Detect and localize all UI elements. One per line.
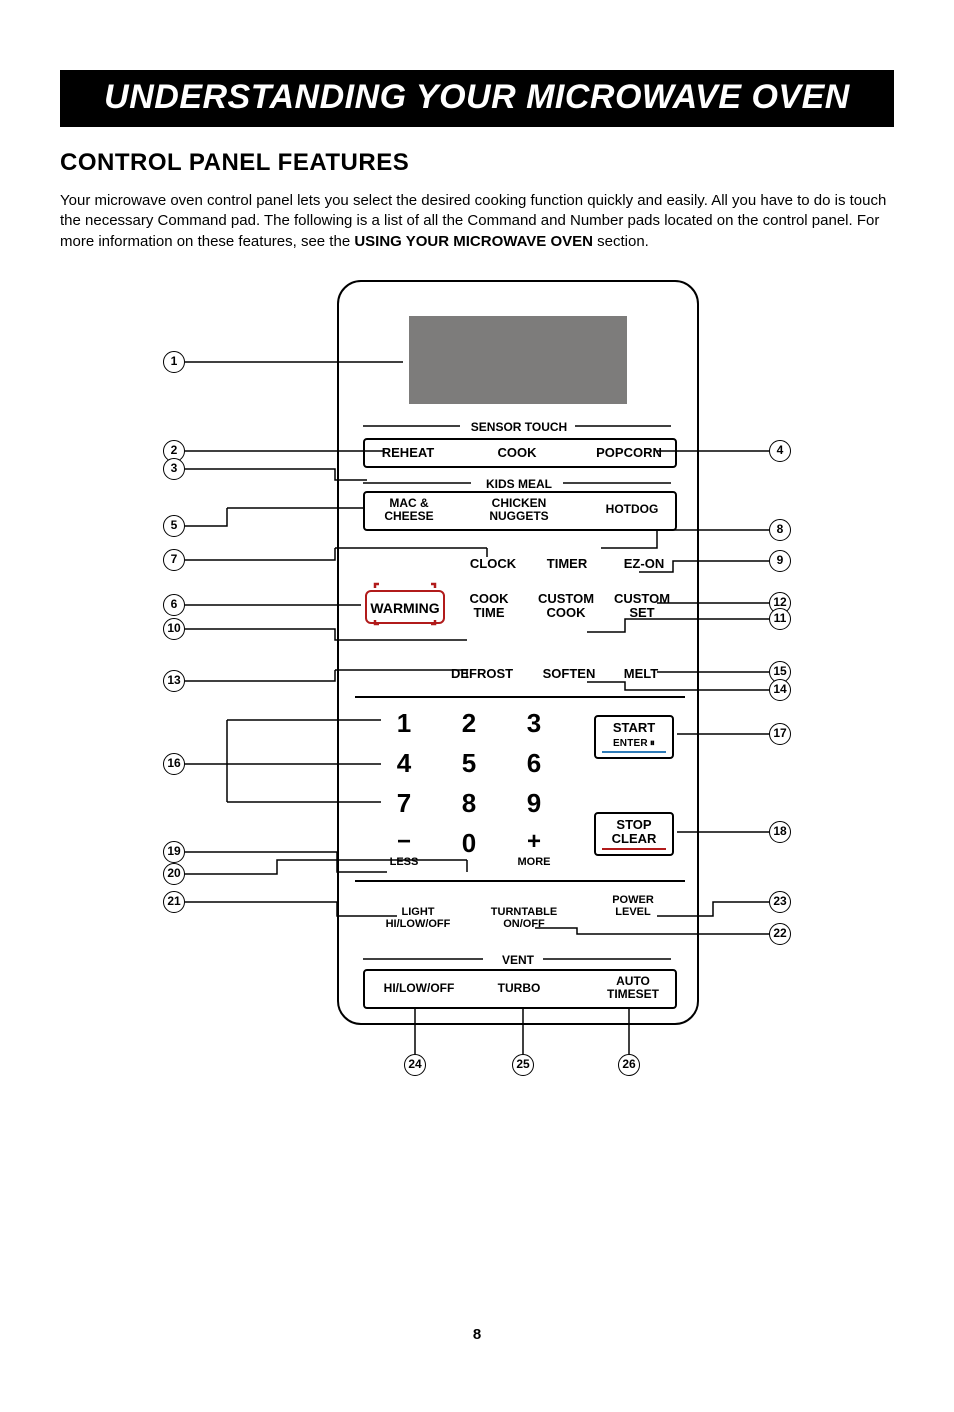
callout-22: 22 [769, 923, 791, 945]
callout-13: 13 [163, 670, 185, 692]
enter-label: ENTER [613, 738, 648, 749]
section-title-bar: UNDERSTANDING YOUR MICROWAVE OVEN [60, 70, 894, 127]
callout-19: 19 [163, 841, 185, 863]
numpad-6: 6 [519, 748, 549, 779]
callout-5: 5 [163, 515, 185, 537]
vent-label: VENT [493, 954, 543, 967]
cook-time-pad: COOK TIME [459, 592, 519, 621]
callout-23: 23 [769, 891, 791, 913]
start-label: START [596, 721, 672, 735]
kids-meal-label: KIDS MEAL [479, 478, 559, 491]
control-panel-outline: SENSOR TOUCH REHEAT COOK POPCORN KIDS ME… [337, 280, 699, 1025]
numpad-9: 9 [519, 788, 549, 819]
intro-strong: USING YOUR MICROWAVE OVEN [354, 233, 593, 250]
reheat-pad: REHEAT [373, 446, 443, 460]
more-label: MORE [509, 856, 559, 868]
turbo-pad: TURBO [489, 982, 549, 995]
minus-icon: − [389, 828, 419, 856]
callout-21: 21 [163, 891, 185, 913]
pause-icon: ⏸ [650, 738, 655, 749]
numpad-7: 7 [389, 788, 419, 819]
clock-pad: CLOCK [463, 557, 523, 571]
callout-3: 3 [163, 458, 185, 480]
control-panel-diagram: SENSOR TOUCH REHEAT COOK POPCORN KIDS ME… [157, 280, 797, 1110]
callout-8: 8 [769, 519, 791, 541]
less-label: LESS [379, 856, 429, 868]
numpad-8: 8 [454, 788, 484, 819]
clear-label: CLEAR [596, 832, 672, 846]
ezon-pad: EZ-ON [614, 557, 674, 571]
vent-hi-pad: HI/LOW/OFF [369, 982, 469, 995]
power-level-pad: POWER LEVEL [593, 894, 673, 918]
callout-9: 9 [769, 550, 791, 572]
callout-6: 6 [163, 594, 185, 616]
stop-button: STOP CLEAR [594, 812, 674, 857]
intro-text: Your microwave oven control panel lets y… [60, 191, 894, 252]
numpad-5: 5 [454, 748, 484, 779]
callout-17: 17 [769, 723, 791, 745]
custom-cook-pad: CUSTOM COOK [531, 592, 601, 621]
warming-pad: WARMING [365, 590, 445, 624]
callout-4: 4 [769, 440, 791, 462]
callout-10: 10 [163, 618, 185, 640]
cook-pad: COOK [487, 446, 547, 460]
display-window [409, 316, 627, 404]
numpad-2: 2 [454, 708, 484, 739]
section-heading: CONTROL PANEL FEATURES [60, 149, 894, 177]
callout-11: 11 [769, 608, 791, 630]
soften-pad: SOFTEN [534, 667, 604, 681]
callout-14: 14 [769, 679, 791, 701]
numpad-1: 1 [389, 708, 419, 739]
light-pad: LIGHTHI/LOW/OFF [373, 894, 463, 930]
custom-set-pad: CUSTOM SET [607, 592, 677, 621]
numpad-4: 4 [389, 748, 419, 779]
numpad-0: 0 [454, 828, 484, 859]
callout-24: 24 [404, 1054, 426, 1076]
sensor-touch-label: SENSOR TOUCH [469, 421, 569, 434]
defrost-pad: DEFROST [447, 667, 517, 681]
chicken-nuggets-pad: CHICKEN NUGGETS [479, 497, 559, 523]
stop-label: STOP [596, 818, 672, 832]
page-number: 8 [0, 1326, 954, 1343]
hotdog-pad: HOTDOG [597, 503, 667, 516]
turntable-pad: TURNTABLEON/OFF [479, 894, 569, 930]
callout-1: 1 [163, 351, 185, 373]
callout-18: 18 [769, 821, 791, 843]
numpad-3: 3 [519, 708, 549, 739]
callout-7: 7 [163, 549, 185, 571]
start-button: START ENTER ⏸ [594, 715, 674, 760]
callout-25: 25 [512, 1054, 534, 1076]
timer-pad: TIMER [537, 557, 597, 571]
intro-part2: section. [593, 233, 649, 250]
auto-timeset-pad: AUTO TIMESET [593, 975, 673, 1001]
callout-26: 26 [618, 1054, 640, 1076]
callout-16: 16 [163, 753, 185, 775]
callout-20: 20 [163, 863, 185, 885]
mac-cheese-pad: MAC & CHEESE [369, 497, 449, 523]
plus-icon: + [519, 828, 549, 856]
melt-pad: MELT [611, 667, 671, 681]
popcorn-pad: POPCORN [589, 446, 669, 460]
